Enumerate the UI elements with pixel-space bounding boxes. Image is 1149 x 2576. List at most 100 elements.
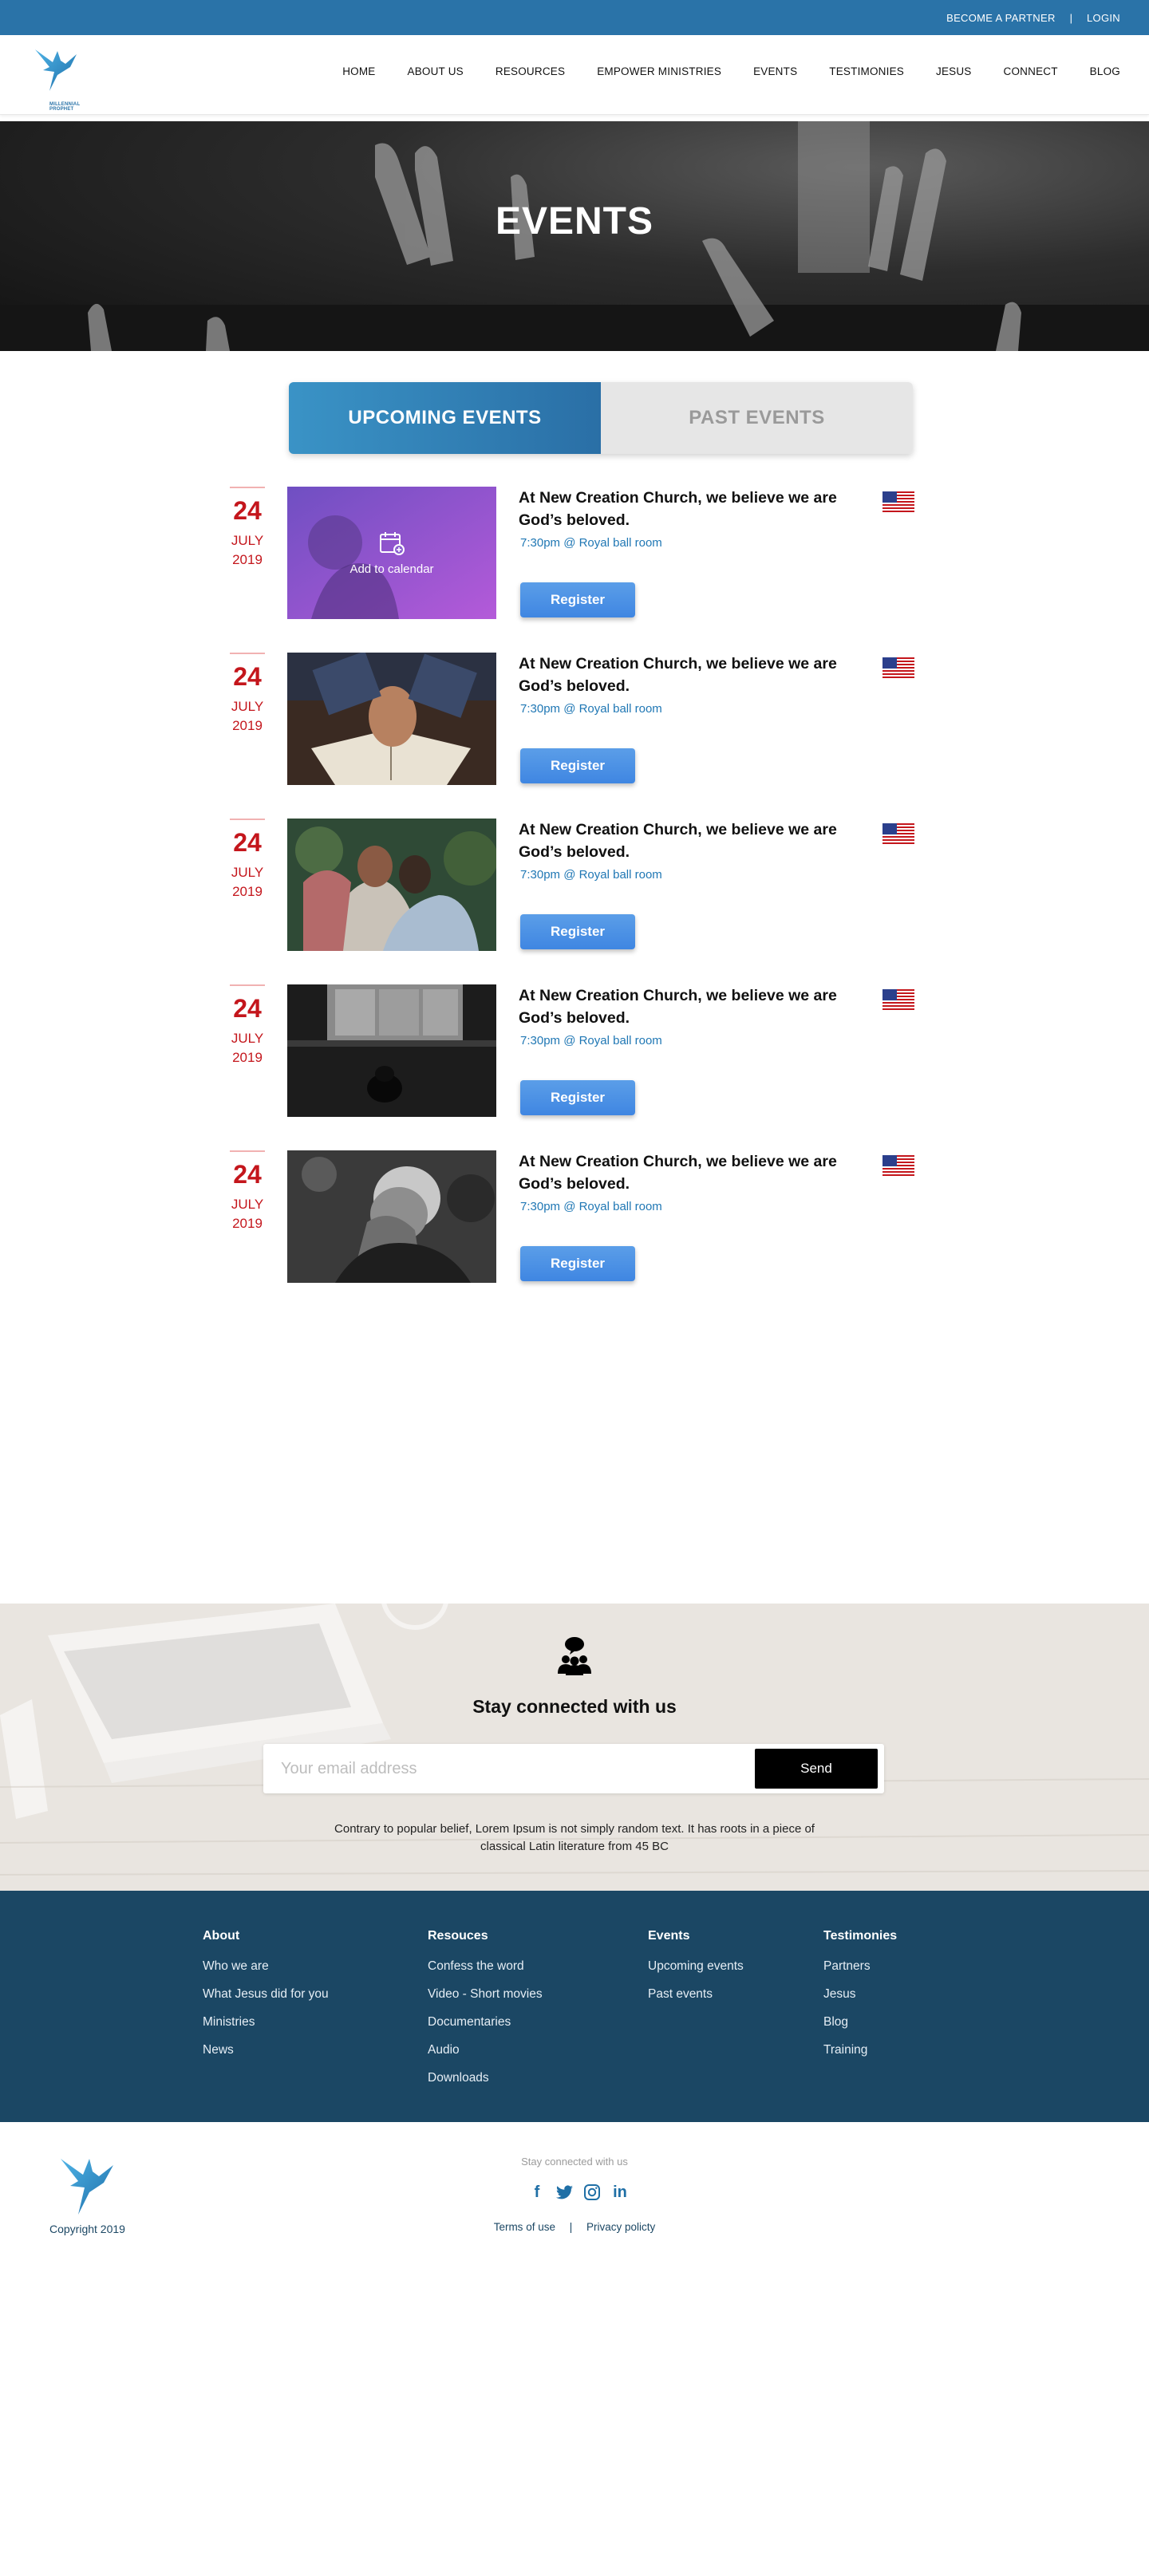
site-header: MILLENNIAL PROPHET HOME ABOUT US RESOURC… — [0, 35, 1149, 115]
footer-link[interactable]: Blog — [823, 2015, 897, 2030]
event-year: 2019 — [232, 1215, 263, 1231]
topbar-separator: | — [1069, 11, 1073, 24]
nav-blog[interactable]: BLOG — [1090, 65, 1120, 77]
newsletter-section: Stay connected with us Send Contrary to … — [0, 1604, 1149, 1891]
event-date: 24 JULY 2019 — [230, 819, 265, 901]
nav-home[interactable]: HOME — [342, 65, 375, 77]
event-day: 24 — [233, 994, 262, 1023]
footer-heading: Events — [648, 1929, 690, 1943]
event-title[interactable]: At New Creation Church, we believe we ar… — [519, 984, 862, 1030]
footer-link[interactable]: Video - Short movies — [428, 1987, 543, 2002]
us-flag-icon — [882, 657, 914, 678]
event-item: 24 JULY 2019 Add to calendar At New Crea… — [230, 487, 916, 619]
register-button[interactable]: Register — [520, 582, 635, 617]
event-time-location: 7:30pm @ Royal ball room — [520, 536, 662, 550]
footer-link[interactable]: Upcoming events — [648, 1959, 744, 1974]
nav-about-us[interactable]: ABOUT US — [408, 65, 464, 77]
footer-link[interactable]: Confess the word — [428, 1959, 543, 1974]
instagram-icon[interactable] — [582, 2182, 602, 2203]
event-image-group-praying[interactable] — [287, 819, 496, 951]
legal-links: Terms of use | Privacy policty — [0, 2221, 1149, 2233]
event-month: JULY — [231, 865, 264, 880]
footer-link[interactable]: Who we are — [203, 1959, 329, 1974]
facebook-icon[interactable]: f — [527, 2182, 547, 2203]
event-image-hands-on-bible[interactable] — [287, 653, 496, 785]
us-flag-icon — [882, 1155, 914, 1176]
us-flag-icon — [882, 491, 914, 512]
footer-link[interactable]: Past events — [648, 1987, 744, 2002]
login-link[interactable]: LOGIN — [1087, 12, 1120, 24]
event-title[interactable]: At New Creation Church, we believe we ar… — [519, 819, 862, 864]
footer-column-events: Events Upcoming events Past events — [648, 1929, 744, 2015]
event-item: 24 JULY 2019 At New Creation Church, we … — [230, 984, 916, 1117]
event-date: 24 JULY 2019 — [230, 984, 265, 1067]
email-input[interactable] — [281, 1744, 728, 1793]
tab-past-events[interactable]: PAST EVENTS — [601, 382, 913, 454]
newsletter-description: Contrary to popular belief, Lorem Ipsum … — [334, 1822, 815, 1853]
register-button[interactable]: Register — [520, 748, 635, 783]
social-links: f in — [527, 2181, 630, 2203]
event-date: 24 JULY 2019 — [230, 1150, 265, 1233]
nav-events[interactable]: EVENTS — [753, 65, 797, 77]
event-month: JULY — [231, 1031, 264, 1046]
event-date: 24 JULY 2019 — [230, 653, 265, 736]
event-month: JULY — [231, 1197, 264, 1212]
send-button[interactable]: Send — [755, 1749, 878, 1789]
us-flag-icon — [882, 989, 914, 1010]
become-partner-link[interactable]: BECOME A PARTNER — [946, 12, 1056, 24]
event-time-location: 7:30pm @ Royal ball room — [520, 868, 662, 882]
nav-jesus[interactable]: JESUS — [936, 65, 972, 77]
event-month: JULY — [231, 533, 264, 548]
nav-resources[interactable]: RESOURCES — [496, 65, 565, 77]
site-logo[interactable]: MILLENNIAL PROPHET — [26, 43, 83, 112]
hero-banner: EVENTS — [0, 121, 1149, 351]
register-button[interactable]: Register — [520, 914, 635, 949]
event-title[interactable]: At New Creation Church, we believe we ar… — [519, 653, 862, 698]
footer-link[interactable]: News — [203, 2043, 329, 2057]
bottom-bar: Copyright 2019 Stay connected with us f … — [0, 2122, 1149, 2576]
event-year: 2019 — [232, 551, 263, 567]
footer-link[interactable]: Audio — [428, 2043, 543, 2057]
footer-link[interactable]: Ministries — [203, 2015, 329, 2030]
terms-of-use-link[interactable]: Terms of use — [494, 2221, 555, 2233]
site-footer: About Who we are What Jesus did for you … — [0, 1891, 1149, 2122]
footer-column-about: About Who we are What Jesus did for you … — [203, 1929, 329, 2071]
linkedin-icon[interactable]: in — [610, 2182, 630, 2203]
add-to-calendar-label: Add to calendar — [349, 562, 434, 576]
event-item: 24 JULY 2019 At New Creation Church, we … — [230, 819, 916, 951]
nav-empower-ministries[interactable]: EMPOWER MINISTRIES — [597, 65, 721, 77]
footer-link[interactable]: Documentaries — [428, 2015, 543, 2030]
event-image-woman-praying[interactable]: Add to calendar — [287, 487, 496, 619]
event-year: 2019 — [232, 717, 263, 733]
add-to-calendar[interactable]: Add to calendar — [287, 487, 496, 619]
event-time-location: 7:30pm @ Royal ball room — [520, 1200, 662, 1213]
privacy-policy-link[interactable]: Privacy policty — [586, 2221, 655, 2233]
event-image-old-man-praying[interactable] — [287, 1150, 496, 1283]
twitter-icon[interactable] — [555, 2182, 575, 2203]
footer-link[interactable]: Jesus — [823, 1987, 897, 2002]
event-title[interactable]: At New Creation Church, we believe we ar… — [519, 1150, 862, 1196]
event-time-location: 7:30pm @ Royal ball room — [520, 1034, 662, 1047]
nav-testimonies[interactable]: TESTIMONIES — [829, 65, 904, 77]
event-title[interactable]: At New Creation Church, we believe we ar… — [519, 487, 862, 532]
event-tabs: UPCOMING EVENTS PAST EVENTS — [289, 382, 913, 454]
calendar-add-icon — [380, 531, 405, 555]
page-title: EVENTS — [495, 200, 654, 243]
register-button[interactable]: Register — [520, 1080, 635, 1115]
nav-connect[interactable]: CONNECT — [1004, 65, 1058, 77]
tab-upcoming-events[interactable]: UPCOMING EVENTS — [289, 382, 601, 454]
footer-link[interactable]: Partners — [823, 1959, 897, 1974]
footer-link[interactable]: What Jesus did for you — [203, 1987, 329, 2002]
logo-text: MILLENNIAL PROPHET — [49, 102, 81, 112]
dove-logo-icon — [35, 49, 77, 91]
footer-link[interactable]: Downloads — [428, 2071, 543, 2085]
footer-link[interactable]: Training — [823, 2043, 897, 2057]
newsletter-title: Stay connected with us — [472, 1696, 677, 1717]
register-button[interactable]: Register — [520, 1246, 635, 1281]
event-day: 24 — [233, 662, 262, 691]
event-item: 24 JULY 2019 At New Creation Church, we … — [230, 1150, 916, 1283]
event-day: 24 — [233, 496, 262, 525]
event-month: JULY — [231, 699, 264, 714]
event-image-person-kneeling[interactable] — [287, 984, 496, 1117]
footer-heading: Testimonies — [823, 1929, 898, 1943]
